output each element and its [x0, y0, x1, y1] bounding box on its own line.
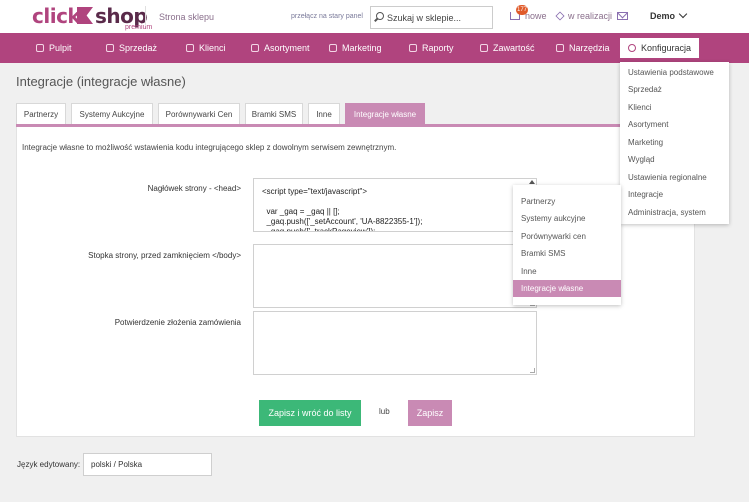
- tab-porownywarki-cen[interactable]: Porównywarki Cen: [158, 103, 240, 124]
- nav-label: Pulpit: [49, 43, 72, 53]
- nav-item-sprzedaz[interactable]: Sprzedaż: [106, 33, 157, 63]
- submenu-item[interactable]: Systemy aukcyjne: [513, 210, 621, 227]
- submenu-item[interactable]: Bramki SMS: [513, 245, 621, 262]
- head-code-textarea[interactable]: <script type="text/javascript"> var _gaq…: [253, 178, 537, 232]
- confirmation-code-textarea[interactable]: [253, 311, 537, 375]
- user-menu[interactable]: Demo: [650, 11, 675, 21]
- submenu-item[interactable]: Partnerzy: [513, 193, 621, 210]
- nav-item-narzedzia[interactable]: Narzędzia: [556, 33, 610, 63]
- truck-icon: [555, 11, 565, 21]
- tag-icon: [329, 44, 337, 52]
- config-menu-item[interactable]: Wygląd: [628, 155, 655, 164]
- search-box[interactable]: [370, 6, 493, 29]
- store-link[interactable]: Strona sklepu: [159, 12, 214, 22]
- top-bar: click shop premium Strona sklepu przełąc…: [0, 0, 749, 33]
- nav-item-pulpit[interactable]: Pulpit: [36, 33, 72, 63]
- config-dropdown: Ustawienia podstawowe Sprzedaż Klienci A…: [620, 62, 729, 224]
- in-realization-link[interactable]: w realizacji: [555, 11, 613, 21]
- old-panel-link[interactable]: przełącz na stary panel: [291, 13, 363, 20]
- config-menu-item[interactable]: Administracja, system: [628, 208, 706, 217]
- head-code-label: Nagłówek strony - <head>: [147, 184, 241, 193]
- in-realization-label: w realizacji: [568, 11, 613, 21]
- tab-integracje-wlasne[interactable]: Integracje własne: [345, 103, 425, 124]
- chevron-down-icon[interactable]: [678, 9, 688, 19]
- resize-grip-icon[interactable]: [530, 368, 535, 373]
- nav-item-konfiguracja[interactable]: Konfiguracja: [620, 38, 700, 58]
- integrations-submenu: Partnerzy Systemy aukcyjne Porównywarki …: [513, 185, 621, 305]
- tab-partnerzy[interactable]: Partnerzy: [16, 103, 66, 124]
- submenu-item[interactable]: Inne: [513, 263, 621, 280]
- config-menu-item[interactable]: Asortyment: [628, 120, 668, 129]
- divider: [145, 6, 146, 26]
- submenu-item[interactable]: Porównywarki cen: [513, 228, 621, 245]
- logo-mark-icon: [77, 7, 93, 24]
- logo-tagline: premium: [125, 24, 153, 31]
- nav-label: Klienci: [199, 43, 226, 53]
- users-icon: [186, 44, 194, 52]
- nav-label: Raporty: [422, 43, 454, 53]
- head-code-content: <script type="text/javascript"> var _gaq…: [262, 187, 423, 232]
- new-orders-label: nowe: [525, 11, 547, 21]
- config-menu-item[interactable]: Sprzedaż: [628, 85, 662, 94]
- page-description: Integracje własne to możliwość wstawieni…: [22, 143, 397, 152]
- save-and-back-button[interactable]: Zapisz i wróć do listy: [259, 400, 361, 426]
- box-icon: [251, 44, 259, 52]
- config-menu-item[interactable]: Ustawienia podstawowe: [628, 68, 714, 77]
- config-menu-item[interactable]: Marketing: [628, 138, 663, 147]
- tab-bramki-sms[interactable]: Bramki SMS: [245, 103, 303, 124]
- footer-code-textarea[interactable]: [253, 244, 537, 308]
- chart-icon: [409, 44, 417, 52]
- nav-label: Zawartość: [493, 43, 535, 53]
- tab-systemy-aukcyjne[interactable]: Systemy Aukcyjne: [71, 103, 153, 124]
- cart-icon: [106, 44, 114, 52]
- nav-item-asortyment[interactable]: Asortyment: [251, 33, 310, 63]
- footer-code-label: Stopka strony, przed zamknięciem </body>: [88, 251, 241, 260]
- document-icon: [480, 44, 488, 52]
- config-menu-item[interactable]: Ustawienia regionalne: [628, 173, 707, 182]
- nav-item-zawartosc[interactable]: Zawartość: [480, 33, 535, 63]
- tab-inne[interactable]: Inne: [308, 103, 340, 124]
- nav-label: Narzędzia: [569, 43, 610, 53]
- nav-item-klienci[interactable]: Klienci: [186, 33, 226, 63]
- scroll-up-icon[interactable]: [529, 180, 535, 184]
- confirmation-code-label: Potwierdzenie złożenia zamówienia: [114, 318, 241, 327]
- submenu-item-integracje-wlasne[interactable]: Integracje własne: [513, 280, 621, 297]
- nav-label: Asortyment: [264, 43, 310, 53]
- config-menu-item[interactable]: Klienci: [628, 103, 652, 112]
- nav-label: Marketing: [342, 43, 382, 53]
- logo-text-click: click: [32, 4, 81, 28]
- search-input[interactable]: [387, 10, 489, 25]
- language-label: Język edytowany:: [17, 460, 81, 469]
- nav-label: Sprzedaż: [119, 43, 158, 53]
- or-text: lub: [379, 407, 390, 416]
- dashboard-icon: [36, 44, 44, 52]
- main-nav: Pulpit Sprzedaż Klienci Asortyment Marke…: [0, 33, 749, 63]
- tools-icon: [556, 44, 564, 52]
- config-menu-item-integracje[interactable]: Integracje: [628, 190, 663, 199]
- page-title: Integracje (integracje własne): [16, 74, 186, 89]
- search-icon: [376, 12, 384, 20]
- gear-icon: [628, 44, 636, 52]
- save-button[interactable]: Zapisz: [408, 400, 452, 426]
- mail-icon[interactable]: [617, 12, 628, 20]
- nav-item-marketing[interactable]: Marketing: [329, 33, 382, 63]
- nav-item-raporty[interactable]: Raporty: [409, 33, 454, 63]
- nav-label: Konfiguracja: [641, 43, 692, 53]
- language-select[interactable]: polski / Polska: [83, 453, 212, 476]
